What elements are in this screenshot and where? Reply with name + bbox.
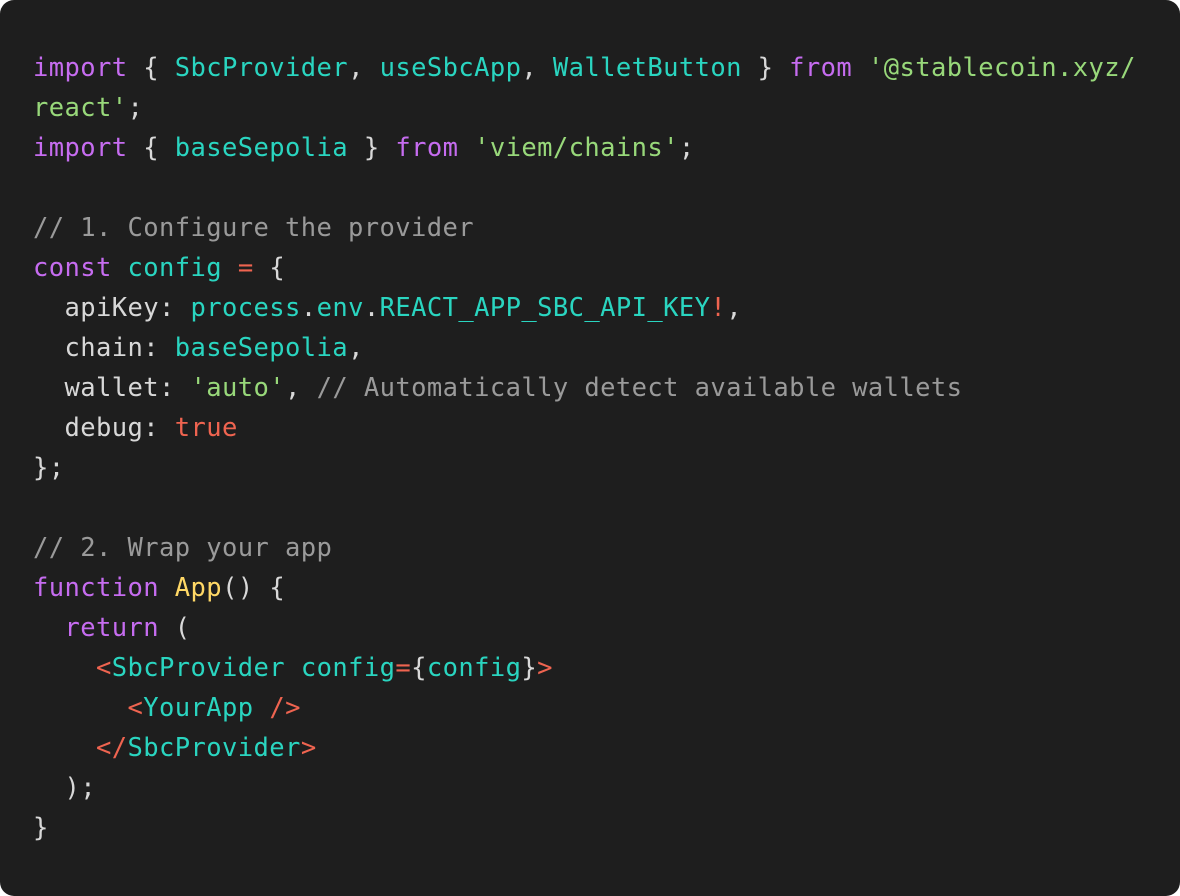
identifier-token: process <box>190 293 301 323</box>
plain-token: , <box>521 53 553 83</box>
plain-token: ); <box>33 773 97 803</box>
plain-token: { <box>411 653 427 683</box>
plain-token: { <box>127 133 175 163</box>
jsx-tag-token: < <box>96 653 112 683</box>
code-line: return ( <box>33 608 1147 648</box>
code-line: </SbcProvider> <box>33 728 1147 768</box>
identifier-token: baseSepolia <box>174 133 349 163</box>
plain-token: , <box>348 333 364 363</box>
code-line: <SbcProvider config={config}> <box>33 648 1147 688</box>
jsx-tag-token: > <box>300 733 317 763</box>
identifier-token: SbcProvider <box>174 53 349 83</box>
code-line: const config = { <box>33 248 1147 288</box>
plain-token: { <box>253 253 286 283</box>
identifier-token: baseSepolia <box>174 333 349 363</box>
plain-token: , <box>726 293 742 323</box>
identifier-token: SbcProvider <box>127 733 301 763</box>
operator-token: = <box>237 253 254 283</box>
identifier-token: WalletButton <box>552 53 742 83</box>
identifier-token: config <box>426 653 522 683</box>
function-name-token: App <box>174 573 223 603</box>
operator-token: = <box>395 653 412 683</box>
plain-token: } <box>33 813 49 843</box>
plain-token: . <box>363 293 380 323</box>
identifier-token: useSbcApp <box>379 53 522 83</box>
identifier-token: config <box>300 653 396 683</box>
string-token: 'auto' <box>190 373 286 403</box>
code-line: // 2. Wrap your app <box>33 528 1147 568</box>
plain-token: apiKey: <box>33 293 191 323</box>
plain-token: , <box>348 53 380 83</box>
identifier-token: env <box>316 293 364 323</box>
string-token: 'viem/chains' <box>474 133 679 163</box>
jsx-tag-token: > <box>537 653 553 683</box>
operator-token: true <box>174 413 238 443</box>
jsx-tag-token: /> <box>269 693 301 723</box>
code-line: function App() { <box>33 568 1147 608</box>
plain-token: ; <box>678 133 695 163</box>
comment-token: // Automatically detect available wallet… <box>316 373 963 403</box>
code-line: }; <box>33 448 1147 488</box>
plain-token: , <box>285 373 317 403</box>
plain-token: chain: <box>33 333 175 363</box>
code-line: ); <box>33 768 1147 808</box>
keyword-token: const <box>33 253 112 283</box>
keyword-token: from <box>789 53 853 83</box>
plain-token: }; <box>33 453 65 483</box>
string-token: '@stablecoin.xyz/ <box>867 53 1136 83</box>
operator-token: ! <box>710 293 727 323</box>
plain-token: wallet: <box>33 373 191 403</box>
code-line: // 1. Configure the provider <box>33 208 1147 248</box>
identifier-token: config <box>127 253 223 283</box>
plain-token: () { <box>222 573 286 603</box>
keyword-token: import <box>33 133 128 163</box>
identifier-token: REACT_APP_SBC_API_KEY <box>379 293 711 323</box>
code-line: wallet: 'auto', // Automatically detect … <box>33 368 1147 408</box>
keyword-token: import <box>33 53 128 83</box>
string-token: react' <box>33 93 128 123</box>
jsx-tag-token: < <box>127 693 144 723</box>
code-line: chain: baseSepolia, <box>33 328 1147 368</box>
plain-token: } <box>741 53 790 83</box>
plain-token: { <box>127 53 175 83</box>
comment-token: // 1. Configure the provider <box>33 213 475 243</box>
code-line: } <box>33 808 1147 848</box>
keyword-token: from <box>395 133 459 163</box>
plain-token: debug: <box>33 413 175 443</box>
code-line: import { baseSepolia } from 'viem/chains… <box>33 128 1147 168</box>
plain-token: ; <box>127 93 144 123</box>
plain-token: } <box>521 653 538 683</box>
plain-token: ( <box>159 613 191 643</box>
code-line: react'; <box>33 88 1147 128</box>
code-line: debug: true <box>33 408 1147 448</box>
code-line: apiKey: process.env.REACT_APP_SBC_API_KE… <box>33 288 1147 328</box>
keyword-token: function <box>33 573 160 603</box>
keyword-token: return <box>64 613 160 643</box>
identifier-token: SbcProvider <box>111 653 286 683</box>
code-line: <YourApp /> <box>33 688 1147 728</box>
code-block: import { SbcProvider, useSbcApp, WalletB… <box>0 0 1180 896</box>
identifier-token: YourApp <box>143 693 254 723</box>
comment-token: // 2. Wrap your app <box>33 533 333 563</box>
plain-token: . <box>300 293 317 323</box>
plain-token: } <box>348 133 396 163</box>
jsx-tag-token: </ <box>96 733 128 763</box>
code-line: import { SbcProvider, useSbcApp, WalletB… <box>33 48 1147 88</box>
